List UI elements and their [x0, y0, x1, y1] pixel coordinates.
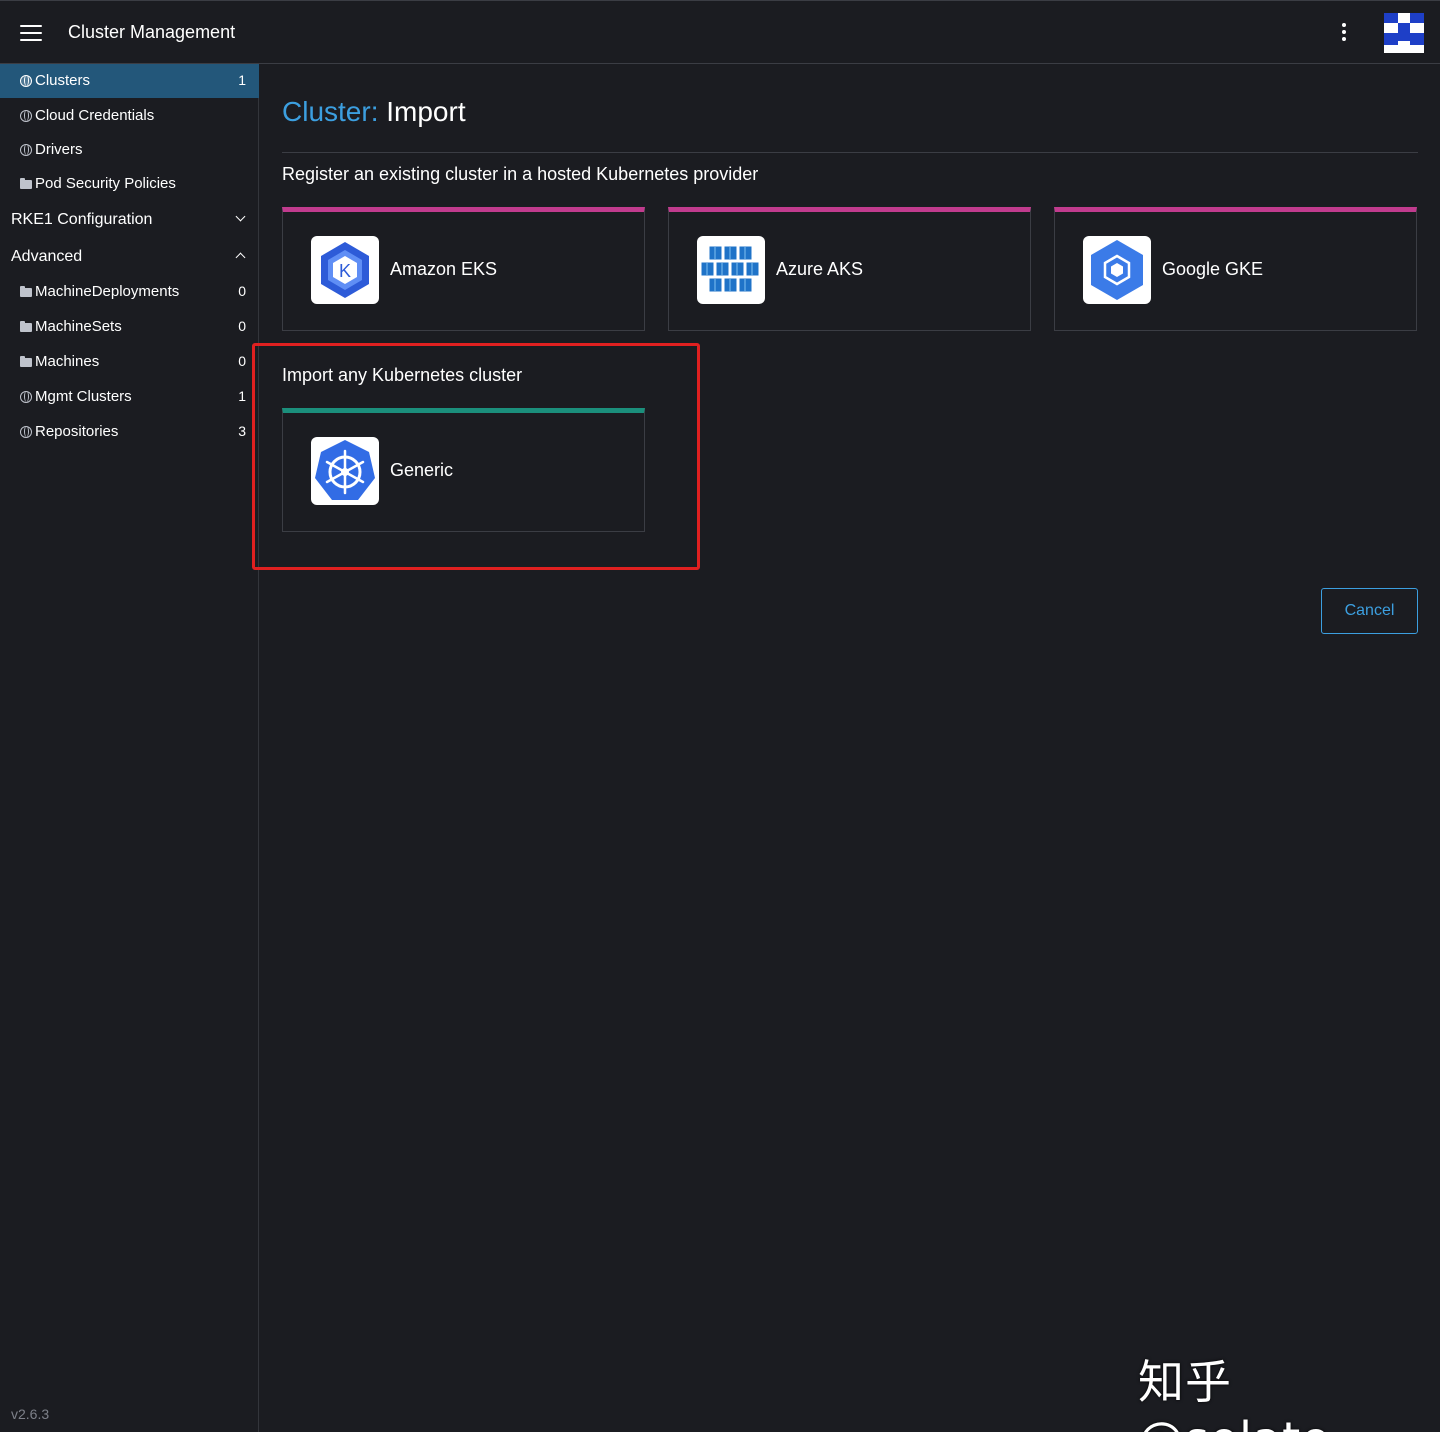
sidebar-item-mgmt-clusters[interactable]: Mgmt Clusters 1 — [0, 380, 259, 414]
provider-name: Google GKE — [1162, 259, 1264, 279]
sidebar: Clusters 1 Cloud Credentials Drivers Pod… — [0, 64, 259, 1432]
folder-icon — [20, 286, 32, 297]
sidebar-item-label: Clusters — [35, 72, 91, 89]
sidebar-item-label: Cloud Credentials — [35, 107, 155, 124]
globe-icon — [20, 426, 32, 438]
sidebar-item-pod-security-policies[interactable]: Pod Security Policies — [0, 167, 259, 201]
sidebar-item-count: 0 — [238, 283, 246, 299]
app-title: Cluster Management — [68, 22, 236, 42]
globe-icon — [20, 110, 32, 122]
user-avatar[interactable] — [1384, 13, 1424, 53]
sidebar-item-machinesets[interactable]: MachineSets 0 — [0, 310, 259, 344]
provider-card-azure-aks[interactable]: Azure AKS — [668, 207, 1031, 331]
folder-icon — [20, 356, 32, 367]
provider-name: Amazon EKS — [390, 259, 498, 279]
globe-icon — [20, 144, 32, 156]
version-label[interactable]: v2.6.3 — [11, 1406, 49, 1422]
sidebar-item-clusters[interactable]: Clusters 1 — [0, 64, 259, 98]
hosted-section-title: Register an existing cluster in a hosted… — [282, 164, 759, 184]
sidebar-item-count: 3 — [238, 423, 246, 439]
globe-icon — [20, 391, 32, 403]
page-title: Cluster: Import — [282, 96, 466, 128]
sidebar-group-advanced[interactable]: Advanced — [0, 239, 259, 275]
sidebar-item-repositories[interactable]: Repositories 3 — [0, 415, 259, 449]
top-header: Cluster Management — [0, 0, 1440, 64]
cancel-button[interactable]: Cancel — [1321, 588, 1418, 634]
hamburger-menu-icon[interactable] — [20, 25, 42, 41]
sidebar-item-label: Mgmt Clusters — [35, 388, 132, 405]
sidebar-group-rke1-configuration[interactable]: RKE1 Configuration — [0, 202, 259, 238]
highlight-annotation-box — [252, 343, 700, 570]
kebab-menu-icon[interactable] — [1336, 23, 1352, 45]
sidebar-item-label: MachineDeployments — [35, 283, 180, 300]
page-title-suffix: Import — [386, 96, 466, 127]
sidebar-item-label: Repositories — [35, 423, 119, 440]
sidebar-item-label: Drivers — [35, 141, 83, 158]
chevron-up-icon — [235, 252, 246, 263]
folder-icon — [20, 178, 32, 189]
globe-icon — [20, 75, 32, 87]
sidebar-item-label: MachineSets — [35, 318, 122, 335]
amazon-eks-logo-icon: K — [311, 236, 379, 304]
provider-name: Azure AKS — [776, 259, 864, 279]
watermark-text: 知乎 @solate — [1138, 1355, 1329, 1432]
sidebar-item-machinedeployments[interactable]: MachineDeployments 0 — [0, 275, 259, 309]
page-title-prefix: Cluster: — [282, 96, 379, 127]
title-divider — [282, 152, 1418, 153]
sidebar-item-drivers[interactable]: Drivers — [0, 133, 259, 167]
sidebar-group-label: RKE1 Configuration — [11, 211, 153, 228]
sidebar-group-label: Advanced — [11, 248, 83, 265]
azure-aks-logo-icon — [697, 236, 765, 304]
folder-icon — [20, 321, 32, 332]
chevron-down-icon — [235, 211, 246, 222]
sidebar-item-machines[interactable]: Machines 0 — [0, 345, 259, 379]
sidebar-item-label: Pod Security Policies — [35, 175, 176, 192]
sidebar-item-count: 1 — [238, 72, 246, 88]
svg-text:K: K — [339, 261, 351, 281]
sidebar-item-count: 1 — [238, 388, 246, 404]
sidebar-item-cloud-credentials[interactable]: Cloud Credentials — [0, 99, 259, 133]
provider-card-google-gke[interactable]: Google GKE — [1054, 207, 1417, 331]
sidebar-item-count: 0 — [238, 318, 246, 334]
sidebar-item-label: Machines — [35, 353, 100, 370]
google-gke-logo-icon — [1083, 236, 1151, 304]
provider-card-amazon-eks[interactable]: K Amazon EKS — [282, 207, 645, 331]
sidebar-item-count: 0 — [238, 353, 246, 369]
